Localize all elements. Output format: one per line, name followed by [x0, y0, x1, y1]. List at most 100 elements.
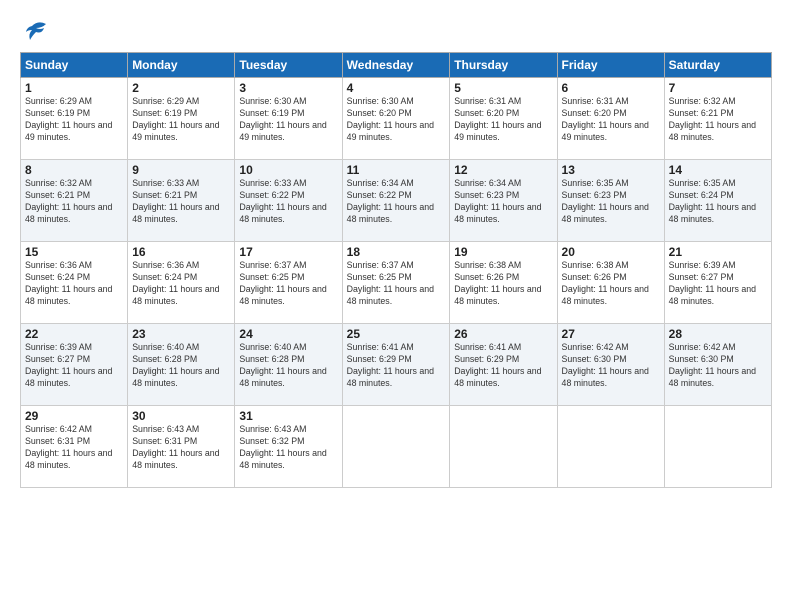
day-number: 21	[669, 245, 767, 259]
day-number: 24	[239, 327, 337, 341]
day-info: Sunrise: 6:40 AMSunset: 6:28 PMDaylight:…	[132, 342, 219, 388]
calendar-cell: 14 Sunrise: 6:35 AMSunset: 6:24 PMDaylig…	[664, 160, 771, 242]
weekday-header-saturday: Saturday	[664, 53, 771, 78]
day-number: 30	[132, 409, 230, 423]
calendar-cell: 16 Sunrise: 6:36 AMSunset: 6:24 PMDaylig…	[128, 242, 235, 324]
calendar-cell: 8 Sunrise: 6:32 AMSunset: 6:21 PMDayligh…	[21, 160, 128, 242]
calendar-cell: 17 Sunrise: 6:37 AMSunset: 6:25 PMDaylig…	[235, 242, 342, 324]
day-number: 14	[669, 163, 767, 177]
day-info: Sunrise: 6:36 AMSunset: 6:24 PMDaylight:…	[132, 260, 219, 306]
calendar-cell: 31 Sunrise: 6:43 AMSunset: 6:32 PMDaylig…	[235, 406, 342, 488]
day-number: 10	[239, 163, 337, 177]
calendar-cell: 5 Sunrise: 6:31 AMSunset: 6:20 PMDayligh…	[450, 78, 557, 160]
day-info: Sunrise: 6:37 AMSunset: 6:25 PMDaylight:…	[347, 260, 434, 306]
day-number: 4	[347, 81, 446, 95]
day-number: 25	[347, 327, 446, 341]
calendar-cell: 2 Sunrise: 6:29 AMSunset: 6:19 PMDayligh…	[128, 78, 235, 160]
weekday-header-wednesday: Wednesday	[342, 53, 450, 78]
logo	[20, 18, 50, 42]
day-info: Sunrise: 6:30 AMSunset: 6:20 PMDaylight:…	[347, 96, 434, 142]
calendar-week-1: 1 Sunrise: 6:29 AMSunset: 6:19 PMDayligh…	[21, 78, 772, 160]
calendar-cell: 30 Sunrise: 6:43 AMSunset: 6:31 PMDaylig…	[128, 406, 235, 488]
day-info: Sunrise: 6:35 AMSunset: 6:24 PMDaylight:…	[669, 178, 756, 224]
day-info: Sunrise: 6:41 AMSunset: 6:29 PMDaylight:…	[454, 342, 541, 388]
day-info: Sunrise: 6:39 AMSunset: 6:27 PMDaylight:…	[25, 342, 112, 388]
day-number: 16	[132, 245, 230, 259]
calendar-cell: 22 Sunrise: 6:39 AMSunset: 6:27 PMDaylig…	[21, 324, 128, 406]
calendar-week-5: 29 Sunrise: 6:42 AMSunset: 6:31 PMDaylig…	[21, 406, 772, 488]
page: SundayMondayTuesdayWednesdayThursdayFrid…	[0, 0, 792, 612]
day-info: Sunrise: 6:33 AMSunset: 6:22 PMDaylight:…	[239, 178, 326, 224]
calendar-cell: 9 Sunrise: 6:33 AMSunset: 6:21 PMDayligh…	[128, 160, 235, 242]
day-info: Sunrise: 6:34 AMSunset: 6:23 PMDaylight:…	[454, 178, 541, 224]
day-info: Sunrise: 6:34 AMSunset: 6:22 PMDaylight:…	[347, 178, 434, 224]
calendar-cell	[342, 406, 450, 488]
weekday-header-thursday: Thursday	[450, 53, 557, 78]
day-number: 28	[669, 327, 767, 341]
calendar-cell: 11 Sunrise: 6:34 AMSunset: 6:22 PMDaylig…	[342, 160, 450, 242]
calendar-week-2: 8 Sunrise: 6:32 AMSunset: 6:21 PMDayligh…	[21, 160, 772, 242]
day-number: 1	[25, 81, 123, 95]
day-info: Sunrise: 6:37 AMSunset: 6:25 PMDaylight:…	[239, 260, 326, 306]
day-info: Sunrise: 6:38 AMSunset: 6:26 PMDaylight:…	[562, 260, 649, 306]
day-info: Sunrise: 6:42 AMSunset: 6:30 PMDaylight:…	[669, 342, 756, 388]
day-number: 29	[25, 409, 123, 423]
calendar-cell: 25 Sunrise: 6:41 AMSunset: 6:29 PMDaylig…	[342, 324, 450, 406]
day-info: Sunrise: 6:32 AMSunset: 6:21 PMDaylight:…	[669, 96, 756, 142]
calendar-cell: 12 Sunrise: 6:34 AMSunset: 6:23 PMDaylig…	[450, 160, 557, 242]
calendar-cell: 27 Sunrise: 6:42 AMSunset: 6:30 PMDaylig…	[557, 324, 664, 406]
day-number: 27	[562, 327, 660, 341]
header	[20, 18, 772, 42]
day-number: 15	[25, 245, 123, 259]
weekday-header-row: SundayMondayTuesdayWednesdayThursdayFrid…	[21, 53, 772, 78]
day-number: 17	[239, 245, 337, 259]
calendar-week-3: 15 Sunrise: 6:36 AMSunset: 6:24 PMDaylig…	[21, 242, 772, 324]
day-info: Sunrise: 6:31 AMSunset: 6:20 PMDaylight:…	[454, 96, 541, 142]
calendar-cell: 3 Sunrise: 6:30 AMSunset: 6:19 PMDayligh…	[235, 78, 342, 160]
day-info: Sunrise: 6:39 AMSunset: 6:27 PMDaylight:…	[669, 260, 756, 306]
day-number: 26	[454, 327, 552, 341]
day-info: Sunrise: 6:32 AMSunset: 6:21 PMDaylight:…	[25, 178, 112, 224]
day-info: Sunrise: 6:38 AMSunset: 6:26 PMDaylight:…	[454, 260, 541, 306]
day-info: Sunrise: 6:29 AMSunset: 6:19 PMDaylight:…	[25, 96, 112, 142]
day-number: 11	[347, 163, 446, 177]
day-info: Sunrise: 6:43 AMSunset: 6:32 PMDaylight:…	[239, 424, 326, 470]
calendar-cell: 6 Sunrise: 6:31 AMSunset: 6:20 PMDayligh…	[557, 78, 664, 160]
day-info: Sunrise: 6:35 AMSunset: 6:23 PMDaylight:…	[562, 178, 649, 224]
weekday-header-tuesday: Tuesday	[235, 53, 342, 78]
day-number: 3	[239, 81, 337, 95]
calendar-cell: 10 Sunrise: 6:33 AMSunset: 6:22 PMDaylig…	[235, 160, 342, 242]
calendar-cell: 7 Sunrise: 6:32 AMSunset: 6:21 PMDayligh…	[664, 78, 771, 160]
calendar-cell: 19 Sunrise: 6:38 AMSunset: 6:26 PMDaylig…	[450, 242, 557, 324]
calendar-cell	[557, 406, 664, 488]
day-number: 23	[132, 327, 230, 341]
weekday-header-friday: Friday	[557, 53, 664, 78]
day-info: Sunrise: 6:42 AMSunset: 6:31 PMDaylight:…	[25, 424, 112, 470]
calendar-table: SundayMondayTuesdayWednesdayThursdayFrid…	[20, 52, 772, 488]
day-number: 22	[25, 327, 123, 341]
calendar-cell: 28 Sunrise: 6:42 AMSunset: 6:30 PMDaylig…	[664, 324, 771, 406]
weekday-header-monday: Monday	[128, 53, 235, 78]
day-info: Sunrise: 6:41 AMSunset: 6:29 PMDaylight:…	[347, 342, 434, 388]
day-number: 18	[347, 245, 446, 259]
day-number: 19	[454, 245, 552, 259]
calendar-cell: 21 Sunrise: 6:39 AMSunset: 6:27 PMDaylig…	[664, 242, 771, 324]
day-info: Sunrise: 6:30 AMSunset: 6:19 PMDaylight:…	[239, 96, 326, 142]
day-info: Sunrise: 6:36 AMSunset: 6:24 PMDaylight:…	[25, 260, 112, 306]
calendar-cell: 1 Sunrise: 6:29 AMSunset: 6:19 PMDayligh…	[21, 78, 128, 160]
calendar-cell: 20 Sunrise: 6:38 AMSunset: 6:26 PMDaylig…	[557, 242, 664, 324]
calendar-cell: 18 Sunrise: 6:37 AMSunset: 6:25 PMDaylig…	[342, 242, 450, 324]
calendar-cell: 24 Sunrise: 6:40 AMSunset: 6:28 PMDaylig…	[235, 324, 342, 406]
day-info: Sunrise: 6:29 AMSunset: 6:19 PMDaylight:…	[132, 96, 219, 142]
day-info: Sunrise: 6:43 AMSunset: 6:31 PMDaylight:…	[132, 424, 219, 470]
day-number: 7	[669, 81, 767, 95]
day-number: 2	[132, 81, 230, 95]
day-number: 6	[562, 81, 660, 95]
calendar-cell: 15 Sunrise: 6:36 AMSunset: 6:24 PMDaylig…	[21, 242, 128, 324]
day-info: Sunrise: 6:31 AMSunset: 6:20 PMDaylight:…	[562, 96, 649, 142]
calendar-cell: 13 Sunrise: 6:35 AMSunset: 6:23 PMDaylig…	[557, 160, 664, 242]
weekday-header-sunday: Sunday	[21, 53, 128, 78]
day-number: 20	[562, 245, 660, 259]
logo-bird-icon	[22, 18, 50, 46]
day-number: 5	[454, 81, 552, 95]
